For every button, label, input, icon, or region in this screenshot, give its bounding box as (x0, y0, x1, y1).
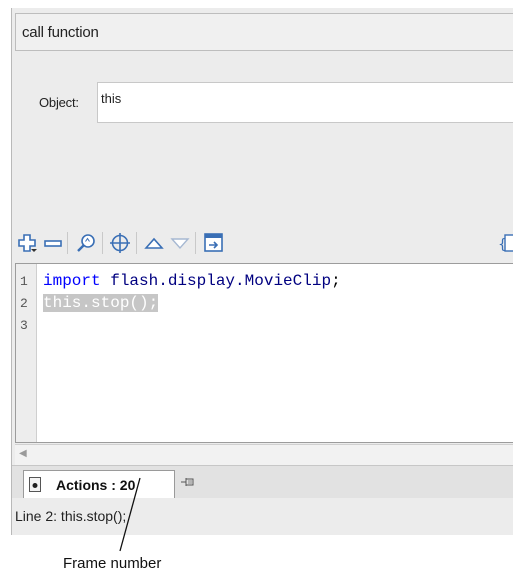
callout-label: Frame number (63, 555, 162, 572)
move-down-icon[interactable] (169, 232, 191, 254)
actions-panel: call function Object: this {1 2 3 impor… (11, 8, 513, 535)
script-assist-icon[interactable] (203, 232, 225, 254)
line-number-gutter: 1 2 3 (16, 264, 37, 442)
code-hint-icon[interactable]: { (497, 232, 513, 254)
line-number: 3 (20, 318, 28, 333)
object-field[interactable]: this (97, 82, 513, 123)
object-label: Object: (39, 95, 79, 110)
code-keyword: import (43, 272, 101, 290)
selected-code: this.stop(); (43, 294, 159, 312)
code-punctuation: ; (331, 272, 341, 290)
line-number: 1 (20, 274, 28, 289)
function-selector[interactable]: call function (15, 13, 513, 51)
code-line[interactable]: this.stop(); (43, 294, 159, 312)
insert-target-path-icon[interactable] (109, 232, 131, 254)
delete-statement-icon[interactable] (42, 232, 64, 254)
code-package: flash.display. (100, 272, 245, 290)
script-tab-bar: Actions : 20 (12, 465, 513, 498)
frame-script-icon (29, 477, 41, 492)
status-line-text: Line 2: this.stop(); (15, 508, 127, 524)
pin-icon[interactable] (180, 475, 196, 489)
script-editor[interactable]: 1 2 3 import flash.display.MovieClip; th… (15, 263, 513, 443)
status-bar: Line 2: this.stop(); (12, 498, 513, 535)
find-icon[interactable] (75, 232, 97, 254)
line-number: 2 (20, 296, 28, 311)
code-line[interactable]: import flash.display.MovieClip; (43, 272, 341, 290)
object-value: this (101, 91, 122, 106)
script-toolbar: { (12, 222, 513, 262)
code-class: MovieClip (244, 272, 332, 290)
tab-actions-frame[interactable]: Actions : 20 (23, 470, 175, 498)
selected-function-label: call function (22, 24, 99, 41)
tab-label: Actions : 20 (56, 477, 136, 493)
add-statement-icon[interactable] (16, 232, 38, 254)
move-up-icon[interactable] (143, 232, 165, 254)
scroll-left-icon[interactable]: ◀ (19, 448, 27, 459)
horizontal-scrollbar[interactable]: ◀ (15, 444, 513, 465)
